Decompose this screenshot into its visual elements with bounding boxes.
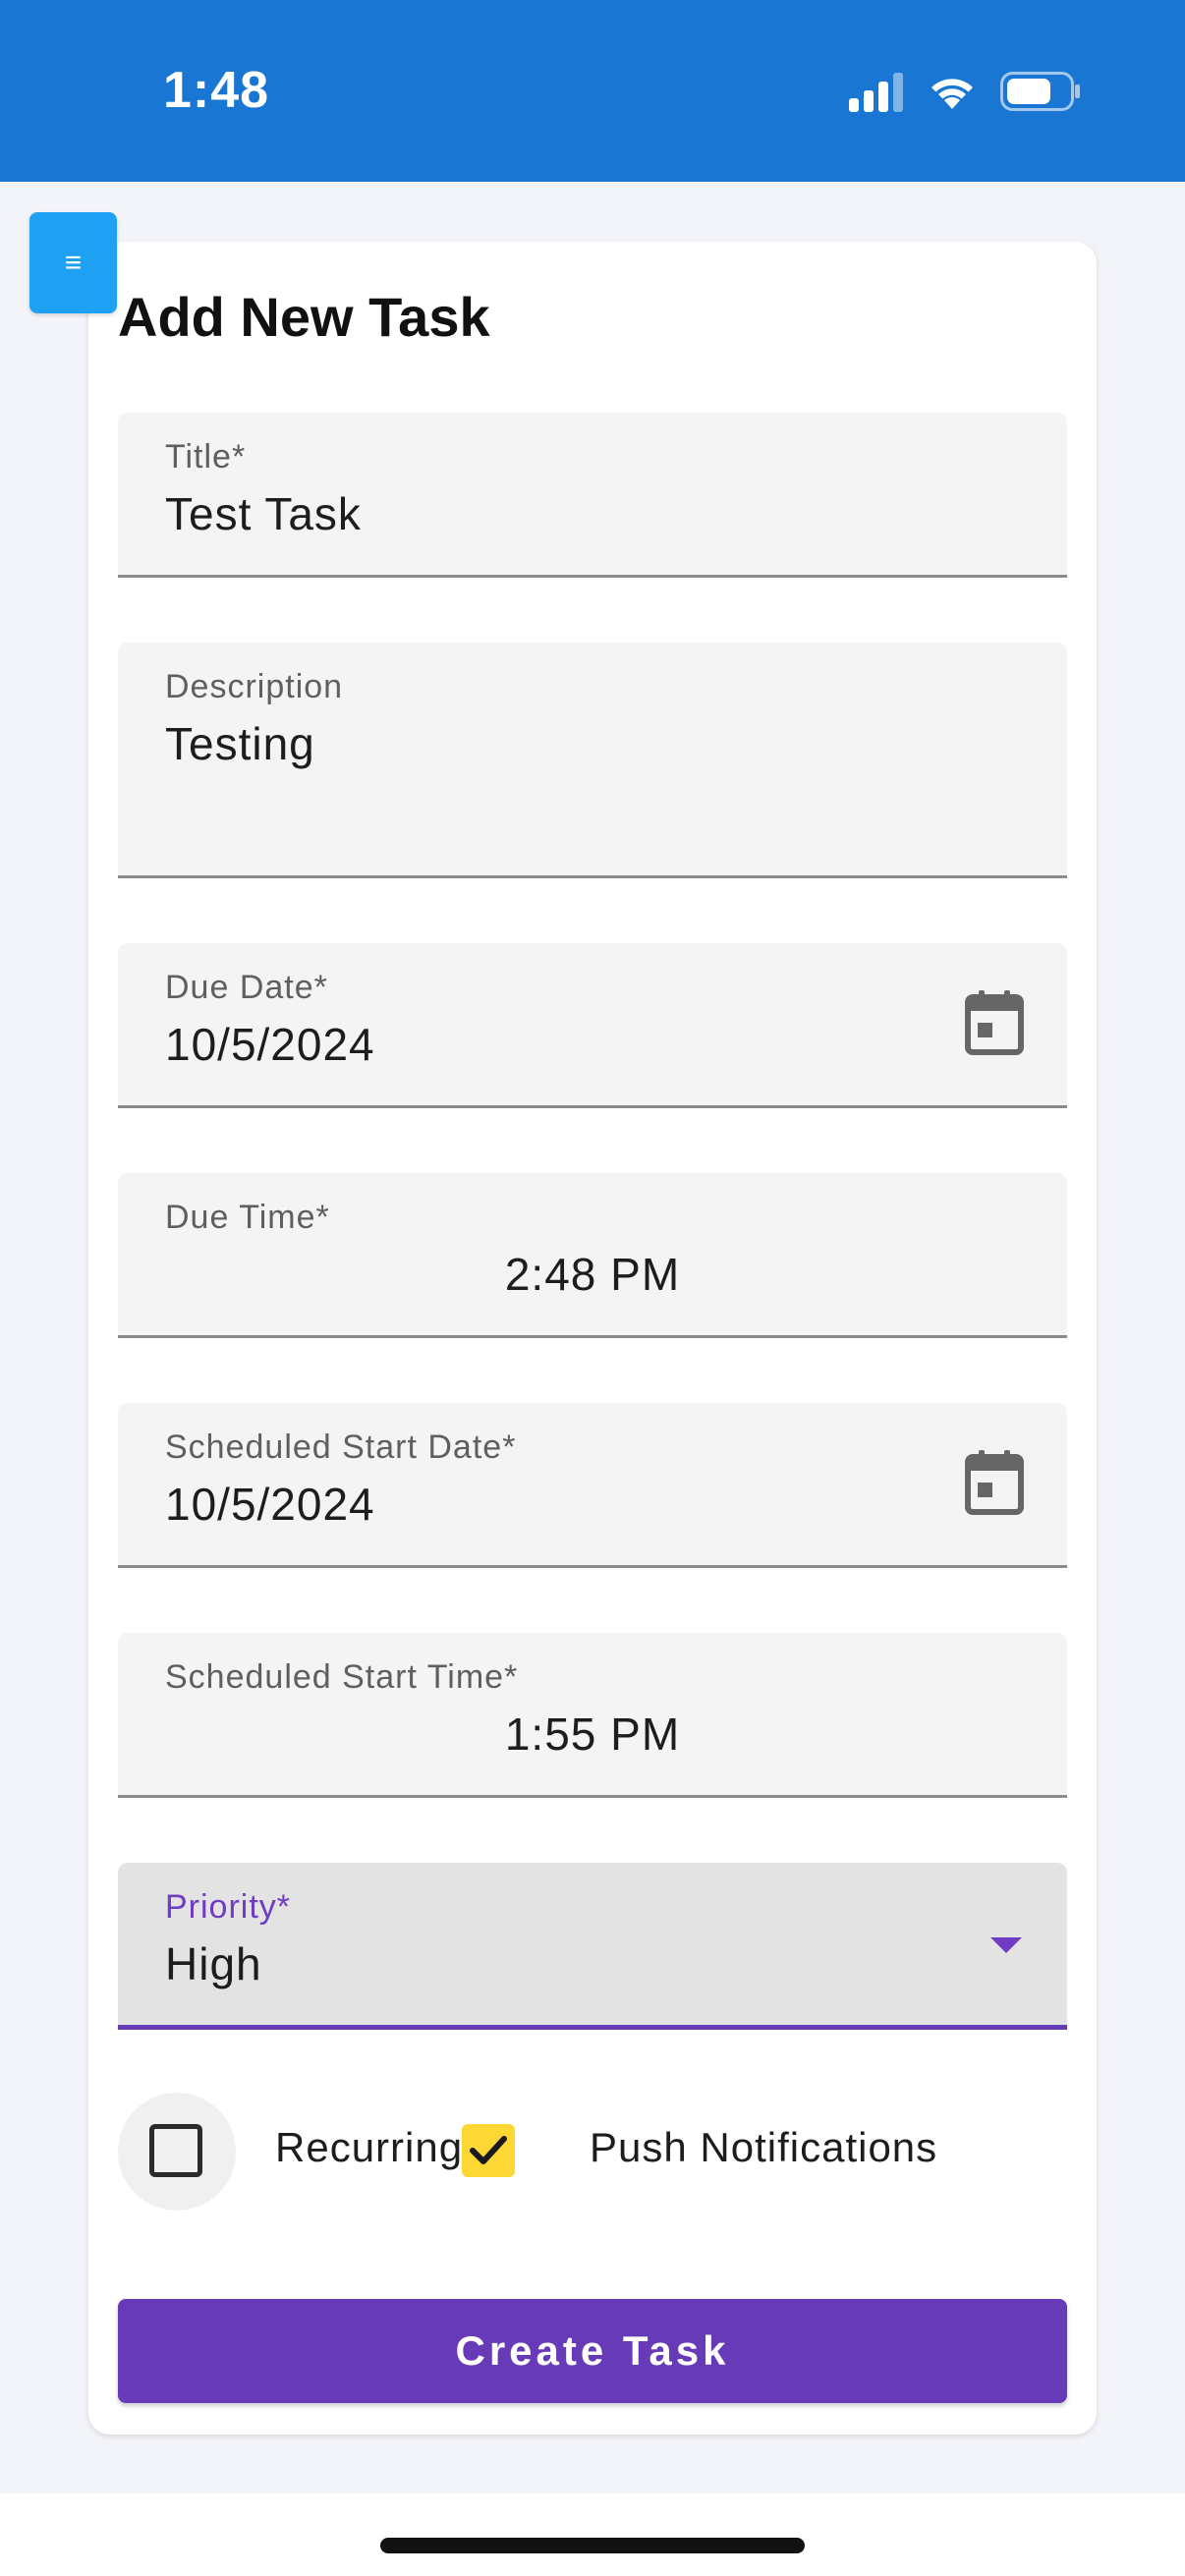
add-task-card: Add New Task Title* Test Task Descriptio…: [88, 242, 1097, 2435]
title-field[interactable]: Title* Test Task: [118, 413, 1067, 578]
battery-icon: [1000, 72, 1080, 111]
page-title: Add New Task: [118, 286, 490, 348]
status-time: 1:48: [163, 62, 270, 119]
home-indicator[interactable]: [380, 2538, 805, 2553]
description-field-label: Description: [165, 668, 344, 705]
due-time-value[interactable]: 2:48 PM: [118, 1248, 1067, 1301]
start-date-field[interactable]: Scheduled Start Date* 10/5/2024: [118, 1403, 1067, 1568]
description-field-value[interactable]: Testing: [165, 717, 315, 770]
due-time-field[interactable]: Due Time* 2:48 PM: [118, 1173, 1067, 1338]
due-date-label: Due Date*: [165, 969, 328, 1006]
start-date-label: Scheduled Start Date*: [165, 1428, 517, 1466]
due-date-value[interactable]: 10/5/2024: [165, 1018, 375, 1071]
recurring-label[interactable]: Recurring: [275, 2124, 463, 2171]
menu-icon: ≡: [64, 246, 83, 279]
calendar-icon[interactable]: [965, 990, 1024, 1055]
status-icons: [849, 71, 1081, 112]
create-task-button[interactable]: Create Task: [118, 2299, 1067, 2403]
dropdown-arrow-icon[interactable]: [990, 1937, 1022, 1953]
checkmark-icon: [470, 2136, 507, 2164]
wifi-icon: [931, 79, 973, 109]
priority-value: High: [165, 1938, 262, 1989]
due-date-field[interactable]: Due Date* 10/5/2024: [118, 943, 1067, 1108]
recurring-checkbox[interactable]: [149, 2124, 202, 2177]
signal-icon: [849, 73, 903, 112]
priority-label: Priority*: [165, 1888, 292, 1926]
push-notifications-label[interactable]: Push Notifications: [590, 2124, 937, 2171]
push-notifications-checkbox[interactable]: [462, 2124, 515, 2177]
due-time-label: Due Time*: [165, 1199, 330, 1236]
options-row: Recurring Push Notifications: [118, 2093, 1067, 2211]
menu-button[interactable]: ≡: [29, 212, 117, 313]
start-date-value[interactable]: 10/5/2024: [165, 1478, 375, 1531]
calendar-icon[interactable]: [965, 1450, 1024, 1515]
title-field-value[interactable]: Test Task: [165, 487, 362, 540]
status-bar: 1:48: [0, 0, 1185, 182]
start-time-label: Scheduled Start Time*: [165, 1658, 519, 1696]
title-field-label: Title*: [165, 438, 247, 476]
start-time-value[interactable]: 1:55 PM: [118, 1708, 1067, 1761]
start-time-field[interactable]: Scheduled Start Time* 1:55 PM: [118, 1633, 1067, 1798]
description-field[interactable]: Description Testing: [118, 643, 1067, 878]
priority-select[interactable]: Priority* High: [118, 1863, 1067, 2030]
home-area: [0, 2493, 1185, 2576]
